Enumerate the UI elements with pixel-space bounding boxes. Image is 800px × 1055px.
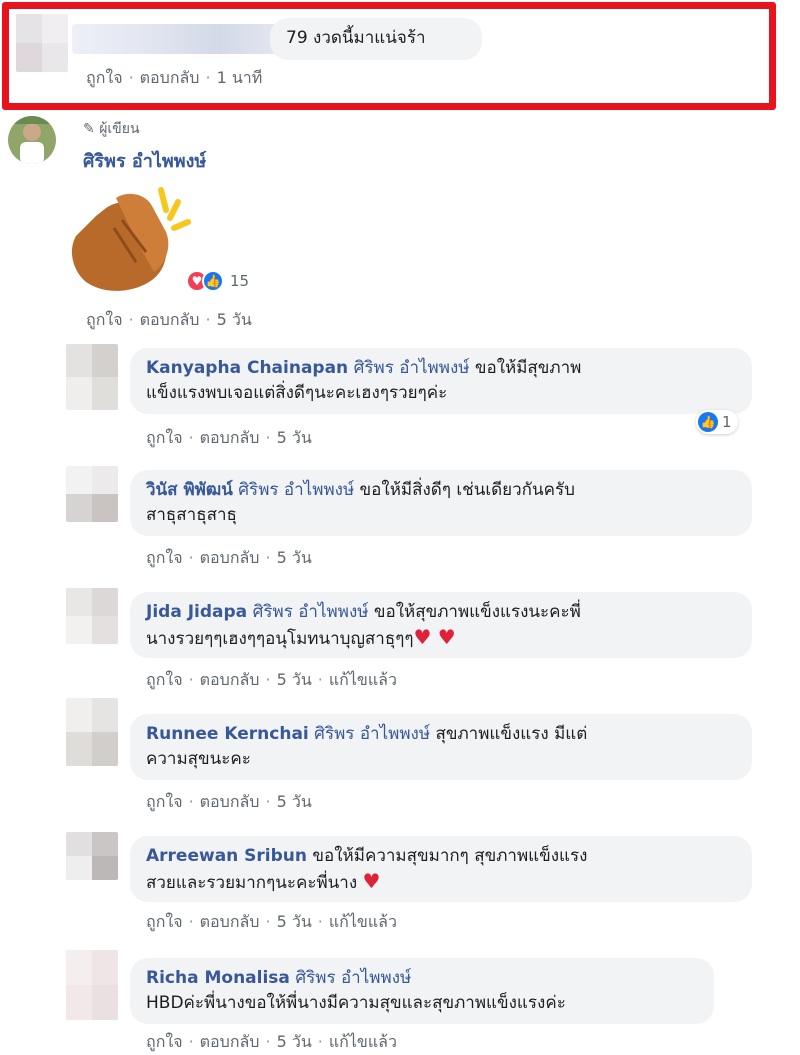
reply-bubble: Richa Monalisa ศิริพร อำไพพงษ์ HBDค่ะพี่… <box>130 958 714 1024</box>
author-name-link[interactable]: Runnee Kernchai <box>146 724 309 744</box>
heart-emoji-icon: ♥ <box>362 869 381 893</box>
reply-actions: ถูกใจ · ตอบกลับ · 5 วัน · แก้ไขแล้ว <box>146 670 397 689</box>
timestamp: 5 วัน <box>276 548 312 567</box>
reaction-count: 15 <box>230 272 250 290</box>
author-badge: ✎ ผู้เขียน <box>83 121 140 137</box>
timestamp: 5 วัน <box>276 428 312 447</box>
like-reaction-icon: 👍 <box>202 270 224 292</box>
tagged-name-link[interactable]: ศิริพร อำไพพงษ์ <box>295 968 411 988</box>
reply-actions: ถูกใจ · ตอบกลับ · 5 วัน <box>146 792 312 811</box>
edited-label[interactable]: แก้ไขแล้ว <box>329 670 397 689</box>
reply-text-line2: นางรวยๆๆเฮงๆๆอนุโมทนาบุญสาธุๆๆ <box>146 629 414 649</box>
reply-text-line2: สาธุสาธุสาธุ <box>146 505 237 525</box>
reply-text: สุขภาพแข็งแรง มีแต่ <box>430 724 588 744</box>
tagged-name-link[interactable]: ศิริพร อำไพพงษ์ <box>238 480 354 500</box>
blurred-avatar <box>66 950 118 1020</box>
comment-actions: ถูกใจ · ตอบกลับ · 5 วัน <box>86 310 252 329</box>
blurred-author-name <box>72 24 284 54</box>
reply-text-line2: ความสุขนะคะ <box>146 749 251 769</box>
comment-bubble: 79 งวดนี้มาแน่จร้า <box>270 18 482 60</box>
comment-actions: ถูกใจ · ตอบกลับ · 1 นาที <box>86 68 263 87</box>
reply-actions: ถูกใจ · ตอบกลับ · 5 วัน · แก้ไขแล้ว <box>146 1032 397 1051</box>
edited-label[interactable]: แก้ไขแล้ว <box>329 1032 397 1051</box>
blurred-avatar <box>66 698 118 766</box>
tagged-name-link[interactable]: ศิริพร อำไพพงษ์ <box>314 724 430 744</box>
edited-label[interactable]: แก้ไขแล้ว <box>329 912 397 931</box>
reaction-count: 1 <box>722 413 732 431</box>
reply-link[interactable]: ตอบกลับ <box>200 548 260 567</box>
author-name-link[interactable]: Arreewan Sribun <box>146 846 307 866</box>
timestamp: 5 วัน <box>216 310 252 329</box>
reply-text: ขอให้สุขภาพแข็งแรงนะคะพี่ <box>368 602 581 622</box>
comment-text: 79 งวดนี้มาแน่จร้า <box>286 28 426 48</box>
reply-bubble: วินัส พิพัฒน์ ศิริพร อำไพพงษ์ ขอให้มีสิ่… <box>130 470 752 536</box>
like-link[interactable]: ถูกใจ <box>146 792 183 811</box>
reply-text: ขอให้มีความสุขมากๆ สุขภาพแข็งแรง <box>307 846 588 866</box>
clapping-hands-sticker <box>66 180 196 300</box>
reply-actions: ถูกใจ · ตอบกลับ · 5 วัน <box>146 428 312 447</box>
reply-text-line2: สวยและรวยมากๆนะคะพี่นาง <box>146 873 363 893</box>
author-name-link[interactable]: ศิริพร อำไพพงษ์ <box>83 146 206 175</box>
reply-link[interactable]: ตอบกลับ <box>200 428 260 447</box>
like-link[interactable]: ถูกใจ <box>146 548 183 567</box>
timestamp: 1 นาที <box>216 68 263 87</box>
reply-bubble: Jida Jidapa ศิริพร อำไพพงษ์ ขอให้สุขภาพแ… <box>130 592 752 658</box>
reply-bubble: Runnee Kernchai ศิริพร อำไพพงษ์ สุขภาพแข… <box>130 714 752 780</box>
blurred-avatar <box>66 344 118 410</box>
reply-link[interactable]: ตอบกลับ <box>140 68 200 87</box>
reply-actions: ถูกใจ · ตอบกลับ · 5 วัน · แก้ไขแล้ว <box>146 912 397 931</box>
author-name-link[interactable]: Richa Monalisa <box>146 968 290 988</box>
avatar[interactable] <box>8 116 56 164</box>
author-name-link[interactable]: Kanyapha Chainapan <box>146 358 348 378</box>
tagged-name-link[interactable]: ศิริพร อำไพพงษ์ <box>354 358 470 378</box>
blurred-avatar <box>66 466 118 522</box>
author-name-link[interactable]: วินัส พิพัฒน์ <box>146 480 233 500</box>
timestamp: 5 วัน <box>276 912 312 931</box>
reply-link[interactable]: ตอบกลับ <box>140 310 200 329</box>
reaction-summary[interactable]: ♥ 👍 15 <box>186 270 249 292</box>
blurred-avatar <box>16 14 68 72</box>
timestamp: 5 วัน <box>276 1032 312 1051</box>
reaction-badge[interactable]: 👍 1 <box>696 410 738 434</box>
reply-text-line2: HBDค่ะพี่นางขอให้พี่นางมีความสุขและสุขภา… <box>146 993 566 1013</box>
timestamp: 5 วัน <box>276 792 312 811</box>
reply-text: ขอให้มีสุขภาพ <box>469 358 582 378</box>
reply-link[interactable]: ตอบกลับ <box>200 670 260 689</box>
author-name-link[interactable]: Jida Jidapa <box>146 602 247 622</box>
reply-actions: ถูกใจ · ตอบกลับ · 5 วัน <box>146 548 312 567</box>
like-link[interactable]: ถูกใจ <box>146 1032 183 1051</box>
like-link[interactable]: ถูกใจ <box>146 912 183 931</box>
blurred-avatar <box>66 832 118 880</box>
reply-bubble: Kanyapha Chainapan ศิริพร อำไพพงษ์ ขอให้… <box>130 348 752 414</box>
reply-text-line2: แข็งแรงพบเจอแต่สิ่งดีๆนะคะเฮงๆรวยๆค่ะ <box>146 383 448 403</box>
like-link[interactable]: ถูกใจ <box>86 310 123 329</box>
like-link[interactable]: ถูกใจ <box>86 68 123 87</box>
reply-text: ขอให้มีสิ่งดีๆ เช่นเดียวกันครับ <box>354 480 575 500</box>
heart-emoji-icon: ♥ ♥ <box>413 625 456 649</box>
reply-link[interactable]: ตอบกลับ <box>200 1032 260 1051</box>
like-link[interactable]: ถูกใจ <box>146 428 183 447</box>
reply-bubble: Arreewan Sribun ขอให้มีความสุขมากๆ สุขภา… <box>130 836 752 902</box>
like-link[interactable]: ถูกใจ <box>146 670 183 689</box>
timestamp: 5 วัน <box>276 670 312 689</box>
reply-link[interactable]: ตอบกลับ <box>200 912 260 931</box>
tagged-name-link[interactable]: ศิริพร อำไพพงษ์ <box>253 602 369 622</box>
reply-link[interactable]: ตอบกลับ <box>200 792 260 811</box>
like-reaction-icon: 👍 <box>698 412 718 432</box>
blurred-avatar <box>66 588 118 644</box>
pencil-icon: ✎ <box>83 121 95 137</box>
